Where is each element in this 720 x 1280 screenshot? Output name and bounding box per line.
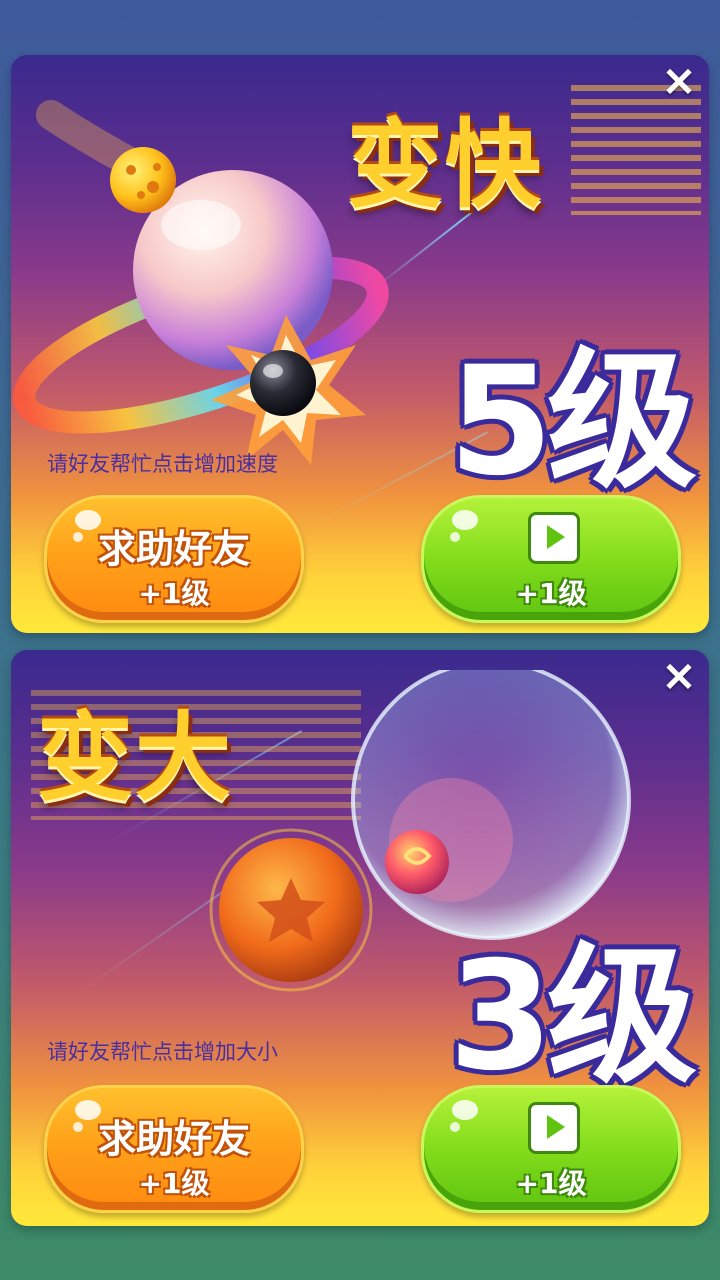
- gloss-highlight: [450, 1122, 460, 1132]
- close-icon[interactable]: ✕: [661, 63, 697, 103]
- play-icon: [528, 1102, 580, 1154]
- play-icon: [528, 512, 580, 564]
- watch-video-bonus: +1级: [515, 1167, 587, 1200]
- planet-speed-illustration: [13, 100, 389, 465]
- upgrade-hint: 请好友帮忙点击增加大小: [47, 1041, 278, 1064]
- speed-upgrade-card: 变快 ✕ 5级 请好友帮忙点击增加速度 求助好友 +1级 +1级: [11, 55, 709, 633]
- gloss-highlight: [452, 1100, 478, 1120]
- watch-video-button[interactable]: +1级: [421, 495, 681, 623]
- watch-video-bonus: +1级: [515, 577, 587, 610]
- close-icon[interactable]: ✕: [661, 658, 697, 698]
- size-upgrade-card: 变大 ✕ 3级 请好友帮忙点击增加大小 求助好友 +1级 +1级: [11, 650, 709, 1226]
- upgrade-level: 5级: [448, 335, 697, 509]
- ask-friend-bonus: +1级: [138, 1167, 210, 1200]
- ask-friend-label: 求助好友: [97, 527, 250, 571]
- ask-friend-button[interactable]: 求助好友 +1级: [44, 495, 304, 623]
- ask-friend-bonus: +1级: [138, 577, 210, 610]
- gloss-highlight: [452, 510, 478, 530]
- upgrade-level: 3级: [448, 930, 697, 1104]
- ask-friend-label: 求助好友: [97, 1117, 250, 1161]
- upgrade-hint: 请好友帮忙点击增加速度: [47, 453, 278, 476]
- upgrade-title: 变快: [347, 109, 543, 221]
- ask-friend-button[interactable]: 求助好友 +1级: [44, 1085, 304, 1213]
- watch-video-button[interactable]: +1级: [421, 1085, 681, 1213]
- gloss-highlight: [450, 532, 460, 542]
